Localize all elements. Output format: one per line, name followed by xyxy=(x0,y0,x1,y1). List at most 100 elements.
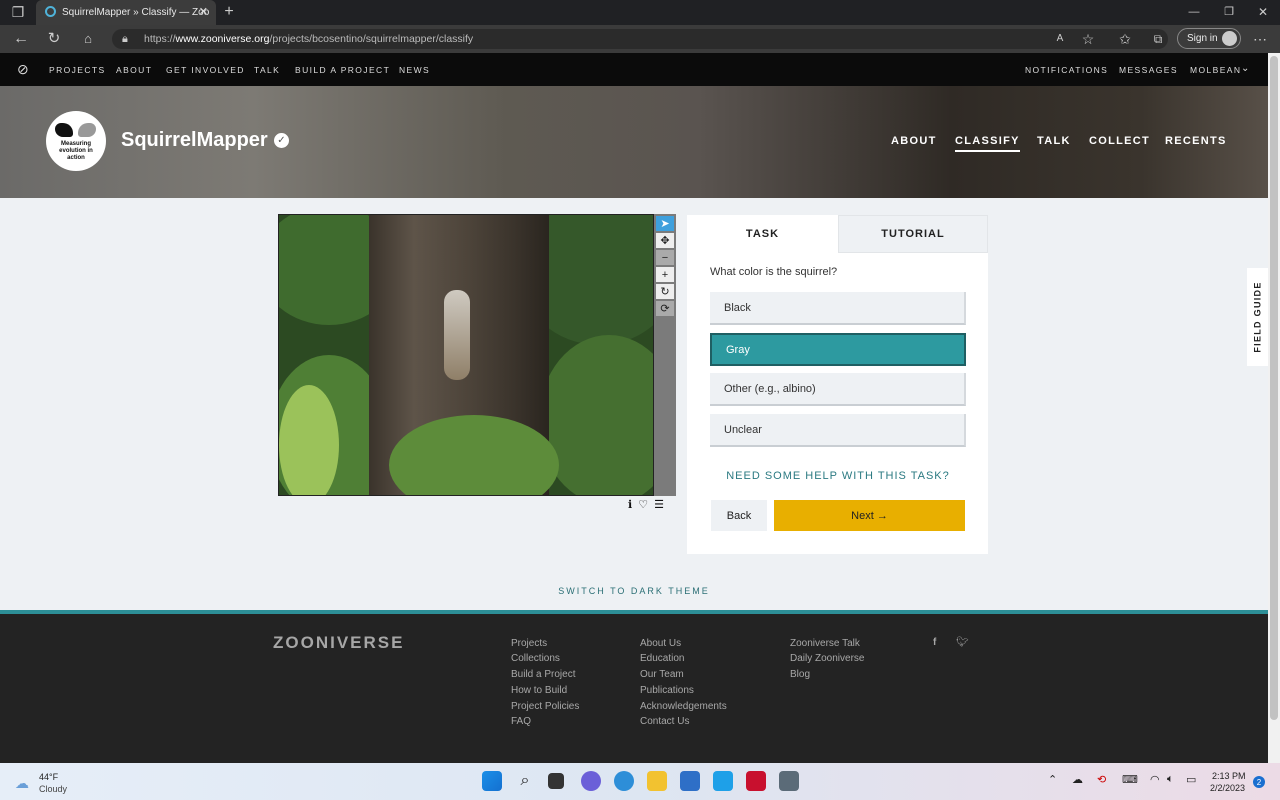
footer-link[interactable]: Zooniverse Talk xyxy=(790,638,860,649)
edge-browser-icon[interactable] xyxy=(614,771,634,791)
zoom-out-icon[interactable]: − xyxy=(656,250,674,265)
footer-link[interactable]: Acknowledgements xyxy=(640,701,727,712)
answer-gray[interactable]: Gray xyxy=(710,333,966,366)
clock-date[interactable]: 2/2/2023 xyxy=(1210,783,1245,793)
footer-link[interactable]: Build a Project xyxy=(511,669,575,680)
answer-unclear[interactable]: Unclear xyxy=(710,414,966,447)
weather-temp[interactable]: 44°F xyxy=(39,772,58,782)
volume-icon[interactable]: 🔈︎ xyxy=(1167,773,1174,786)
maximize-icon[interactable]: ❐ xyxy=(1221,5,1237,19)
nav-news[interactable]: NEWS xyxy=(399,65,430,75)
answer-black[interactable]: Black xyxy=(710,292,966,325)
project-nav-classify[interactable]: CLASSIFY xyxy=(955,135,1020,152)
read-aloud-icon[interactable]: A xyxy=(1052,31,1068,47)
site-nav: ⊘ PROJECTS ABOUT GET INVOLVED TALK BUILD… xyxy=(0,53,1268,86)
rotate-icon[interactable]: ↻ xyxy=(656,284,674,299)
close-window-icon[interactable]: ✕ xyxy=(1255,5,1271,19)
zoom-in-icon[interactable]: + xyxy=(656,267,674,282)
add-favorite-icon[interactable]: ☆ xyxy=(1080,31,1096,47)
project-nav-collect[interactable]: COLLECT xyxy=(1089,135,1150,147)
answer-other[interactable]: Other (e.g., albino) xyxy=(710,373,966,406)
project-nav-talk[interactable]: TALK xyxy=(1037,135,1071,147)
photos-icon[interactable] xyxy=(713,771,733,791)
back-button[interactable]: Back xyxy=(711,500,767,531)
field-guide-tab[interactable]: FIELD GUIDE xyxy=(1247,268,1268,366)
nav-user-menu[interactable]: MOLBEAN xyxy=(1190,65,1241,75)
nav-messages[interactable]: MESSAGES xyxy=(1119,65,1178,75)
wifi-icon[interactable]: ◠ xyxy=(1150,773,1160,786)
footer-link[interactable]: Contact Us xyxy=(640,716,689,727)
mcafee-icon[interactable] xyxy=(746,771,766,791)
calculator-icon[interactable] xyxy=(779,771,799,791)
nav-build-a-project[interactable]: BUILD A PROJECT xyxy=(295,65,390,75)
refresh-icon[interactable]: ↻ xyxy=(45,31,63,47)
weather-condition[interactable]: Cloudy xyxy=(39,784,67,794)
switch-dark-theme-link[interactable]: SWITCH TO DARK THEME xyxy=(0,586,1268,596)
nav-get-involved[interactable]: GET INVOLVED xyxy=(166,65,245,75)
footer-link[interactable]: Publications xyxy=(640,685,694,696)
nav-talk[interactable]: TALK xyxy=(254,65,280,75)
show-hidden-icons-icon[interactable]: ⌃ xyxy=(1048,773,1057,786)
twitter-icon[interactable]: 🐦︎ xyxy=(956,637,969,648)
footer-link[interactable]: FAQ xyxy=(511,716,531,727)
file-explorer-icon[interactable] xyxy=(647,771,667,791)
reset-view-icon[interactable]: ⟳ xyxy=(656,301,674,316)
cloud-weather-icon[interactable]: ☁ xyxy=(15,775,29,792)
next-button[interactable]: Next → xyxy=(774,500,965,531)
home-icon[interactable]: ⌂ xyxy=(79,31,97,47)
project-logo[interactable]: Measuring evolution in action xyxy=(46,111,106,171)
windows-start-icon[interactable] xyxy=(482,771,502,791)
subject-image[interactable] xyxy=(278,214,654,496)
url-field[interactable]: 🔒︎ https://www.zooniverse.org/projects/b… xyxy=(112,29,1168,49)
minimize-icon[interactable]: — xyxy=(1186,5,1202,19)
clock-time[interactable]: 2:13 PM xyxy=(1212,771,1246,781)
sign-in-button[interactable]: Sign in xyxy=(1177,28,1241,49)
keyboard-icon[interactable]: ⌨ xyxy=(1122,773,1138,786)
footer-link[interactable]: About Us xyxy=(640,638,681,649)
info-icon[interactable]: ℹ xyxy=(628,498,632,511)
task-help-link[interactable]: NEED SOME HELP WITH THIS TASK? xyxy=(688,470,988,482)
project-title[interactable]: SquirrelMapper xyxy=(121,129,268,152)
facebook-icon[interactable]: f xyxy=(933,637,936,648)
pointer-tool-icon[interactable]: ➤ xyxy=(656,216,674,231)
footer-link[interactable]: Education xyxy=(640,653,684,664)
nav-projects[interactable]: PROJECTS xyxy=(49,65,106,75)
collections-icon[interactable]: ⧉ xyxy=(1150,31,1166,47)
more-menu-icon[interactable]: ⋯ xyxy=(1252,31,1268,47)
tab-tutorial[interactable]: TUTORIAL xyxy=(838,215,988,253)
back-arrow-icon[interactable]: ← xyxy=(12,31,30,47)
nav-notifications[interactable]: NOTIFICATIONS xyxy=(1025,65,1108,75)
security-icon[interactable]: ⟲ xyxy=(1097,773,1106,786)
favorites-icon[interactable]: ✩ xyxy=(1117,31,1133,47)
new-tab-icon[interactable]: + xyxy=(221,4,237,20)
close-tab-icon[interactable]: ✕ xyxy=(199,5,208,18)
zooniverse-logo-icon[interactable]: ⊘ xyxy=(17,61,29,78)
project-nav-recents[interactable]: RECENTS xyxy=(1165,135,1227,147)
footer-link[interactable]: Blog xyxy=(790,669,810,680)
search-icon[interactable]: ⌕ xyxy=(515,771,535,791)
notification-badge[interactable]: 2 xyxy=(1253,776,1265,788)
microsoft-store-icon[interactable] xyxy=(680,771,700,791)
task-view-icon[interactable] xyxy=(548,773,564,789)
footer-link[interactable]: Projects xyxy=(511,638,547,649)
footer-logo[interactable]: ZOONIVERSE xyxy=(273,633,404,653)
add-to-collection-icon[interactable]: ☰ xyxy=(654,498,664,511)
nav-about[interactable]: ABOUT xyxy=(116,65,152,75)
browser-tab[interactable]: SquirrelMapper » Classify — Zoo ✕ xyxy=(36,0,216,25)
tab-actions-icon[interactable]: ❐ xyxy=(10,5,26,19)
footer-link[interactable]: How to Build xyxy=(511,685,567,696)
onedrive-icon[interactable]: ☁ xyxy=(1072,773,1083,786)
favorite-heart-icon[interactable]: ♡ xyxy=(638,498,648,511)
project-logo-text: Measuring evolution in action xyxy=(59,141,93,161)
footer-link[interactable]: Our Team xyxy=(640,669,684,680)
battery-icon[interactable]: ▭ xyxy=(1186,773,1196,786)
tab-task[interactable]: TASK xyxy=(687,215,838,253)
project-nav-about[interactable]: ABOUT xyxy=(891,135,937,147)
footer-link[interactable]: Collections xyxy=(511,653,560,664)
footer-link[interactable]: Project Policies xyxy=(511,701,579,712)
teams-chat-icon[interactable] xyxy=(581,771,601,791)
chevron-down-icon[interactable]: ⌄ xyxy=(1241,63,1249,74)
move-tool-icon[interactable]: ✥ xyxy=(656,233,674,248)
footer-link[interactable]: Daily Zooniverse xyxy=(790,653,864,664)
scrollbar-thumb[interactable] xyxy=(1270,56,1278,720)
